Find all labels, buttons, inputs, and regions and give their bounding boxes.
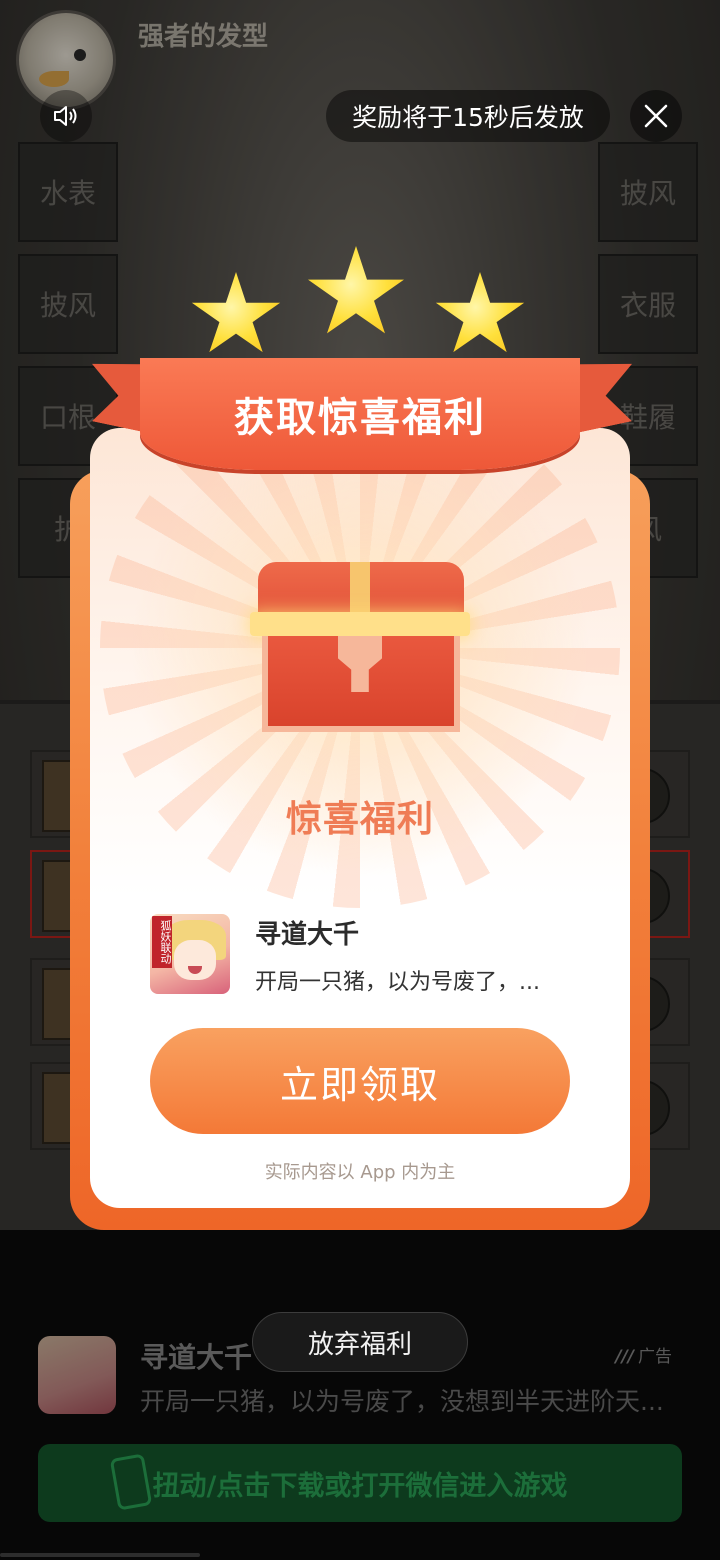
app-description: 开局一只猪，以为号废了，... (255, 970, 540, 995)
disclaimer: 实际内容以 App 内为主 (264, 1162, 456, 1183)
speaker-icon (54, 106, 77, 126)
app-icon-face (174, 940, 216, 980)
home-indicator (0, 1553, 200, 1557)
close-button[interactable] (630, 90, 682, 142)
close-icon (644, 104, 668, 128)
ad-label: ///广告 (615, 1342, 672, 1367)
app-icon-tag: 狐妖联动 (152, 916, 172, 968)
download-button-label: 扭动/点击下载或打开微信进入游戏 (152, 1470, 568, 1502)
sound-button[interactable] (40, 90, 92, 142)
ad-app-name[interactable]: 寻道大千 (140, 1336, 252, 1376)
abandon-button[interactable]: 放弃福利 (252, 1312, 468, 1372)
app-name[interactable]: 寻道大千 (255, 914, 359, 951)
surprise-title: 惊喜福利 (285, 799, 434, 840)
ad-description[interactable]: 开局一只猪，以为号废了，没想到半天进阶天... (140, 1382, 680, 1418)
app-icon[interactable]: 狐妖联动 (150, 914, 230, 994)
chest-band (250, 612, 470, 636)
reward-timer: 奖励将于15秒后发放 (326, 90, 610, 142)
banner-ribbon: 获取惊喜福利 (140, 358, 580, 470)
banner-title: 获取惊喜福利 (234, 395, 486, 441)
ad-label-text: 广告 (638, 1347, 672, 1367)
ad-brand-icon: /// (615, 1347, 634, 1367)
claim-button[interactable]: 立即领取 (150, 1028, 570, 1134)
ad-app-icon[interactable] (38, 1336, 116, 1414)
